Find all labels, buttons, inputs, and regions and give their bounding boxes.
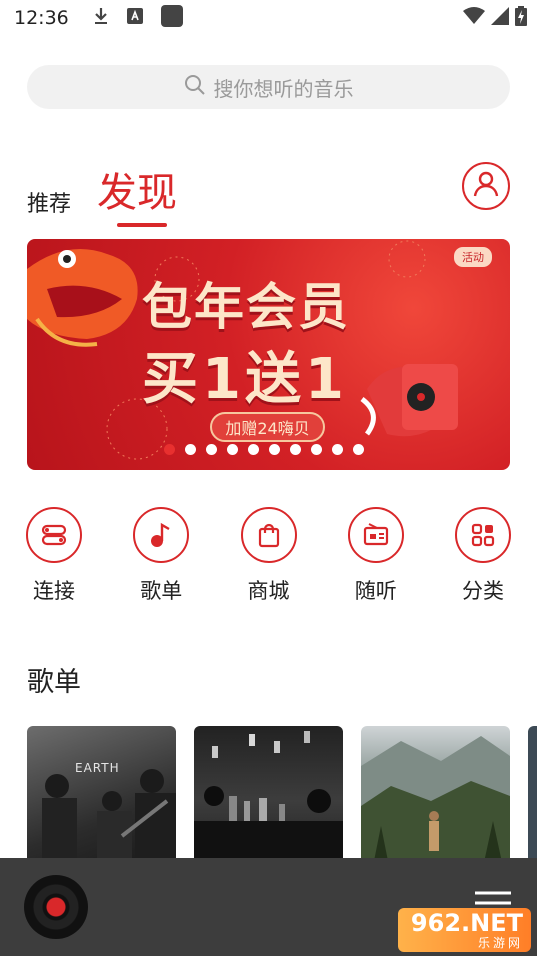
banner-page-dot[interactable] xyxy=(206,444,217,455)
top-tabs: 推荐 发现 xyxy=(27,150,510,230)
quick-action-label: 歌单 xyxy=(140,579,183,603)
battery-charging-icon xyxy=(515,6,527,30)
banner-page-dot[interactable] xyxy=(185,444,196,455)
tab-discover[interactable]: 发现 xyxy=(97,160,177,218)
quick-action-label: 分类 xyxy=(462,579,504,603)
search-icon xyxy=(184,74,206,101)
promo-banner[interactable]: 活动 包年会员 买1送1 加赠24嗨贝 xyxy=(27,239,510,470)
banner-pagination xyxy=(164,444,364,455)
banner-page-dot[interactable] xyxy=(290,444,301,455)
connect-icon xyxy=(26,507,82,563)
playlist-card[interactable]: EARTH xyxy=(27,726,176,876)
mountain-photo xyxy=(361,736,510,876)
banner-page-dot[interactable] xyxy=(164,444,175,455)
quick-action-shop[interactable]: 商城 xyxy=(239,507,299,605)
search-input[interactable]: 搜你想听的音乐 xyxy=(27,65,510,109)
banner-page-dot[interactable] xyxy=(332,444,343,455)
banner-page-dot[interactable] xyxy=(269,444,280,455)
card-caption: EARTH xyxy=(75,761,120,775)
quick-action-playlist[interactable]: 歌单 xyxy=(131,507,191,605)
watermark-logo: 962.NET 乐游网 xyxy=(398,908,531,952)
banner-page-dot[interactable] xyxy=(227,444,238,455)
category-grid-icon xyxy=(455,507,511,563)
band-photo xyxy=(42,769,176,876)
banner-headline: 包年会员 xyxy=(142,278,350,336)
playlist-carousel: EARTH xyxy=(27,726,537,876)
playlist-card-partial[interactable] xyxy=(528,726,537,876)
wifi-icon xyxy=(463,7,485,29)
quick-action-category[interactable]: 分类 xyxy=(453,507,513,605)
status-bar: 12:36 xyxy=(0,0,537,36)
banner-tag: 活动 xyxy=(454,247,492,267)
quick-action-label: 随听 xyxy=(354,579,397,603)
signal-icon xyxy=(491,7,509,29)
system-icons xyxy=(463,6,527,30)
banner-subheadline: 买1送1 xyxy=(142,347,348,412)
keyboard-a-icon xyxy=(126,8,143,28)
download-icon xyxy=(93,7,109,29)
playlist-card[interactable] xyxy=(361,726,510,876)
bar-photo xyxy=(194,731,343,876)
radio-icon xyxy=(347,507,404,563)
banner-page-dot[interactable] xyxy=(311,444,322,455)
watermark-sub: 乐游网 xyxy=(477,936,523,950)
vinyl-record-icon[interactable] xyxy=(24,875,88,939)
watermark-main: 962.NET xyxy=(410,909,523,937)
search-placeholder: 搜你想听的音乐 xyxy=(213,76,354,101)
tab-recommend[interactable]: 推荐 xyxy=(27,186,71,218)
quick-action-radio[interactable]: 随听 xyxy=(346,507,406,605)
app-square-icon xyxy=(160,5,183,31)
quick-actions: 连接 歌单 商城 随听 分类 xyxy=(24,507,513,605)
banner-page-dot[interactable] xyxy=(248,444,259,455)
shopping-bag-icon xyxy=(240,507,297,563)
section-title-playlists: 歌单 xyxy=(27,667,81,698)
user-icon xyxy=(471,169,501,203)
notification-icons xyxy=(93,5,183,31)
banner-page-dot[interactable] xyxy=(353,444,364,455)
banner-bonus-pill: 加赠24嗨贝 xyxy=(210,412,325,442)
active-tab-indicator xyxy=(117,223,167,227)
profile-button[interactable] xyxy=(462,162,510,210)
music-note-icon xyxy=(133,507,190,563)
playlist-card[interactable] xyxy=(194,726,343,876)
status-time: 12:36 xyxy=(14,7,69,29)
quick-action-label: 商城 xyxy=(247,579,290,603)
quick-action-label: 连接 xyxy=(33,579,75,603)
quick-action-connect[interactable]: 连接 xyxy=(24,507,84,605)
